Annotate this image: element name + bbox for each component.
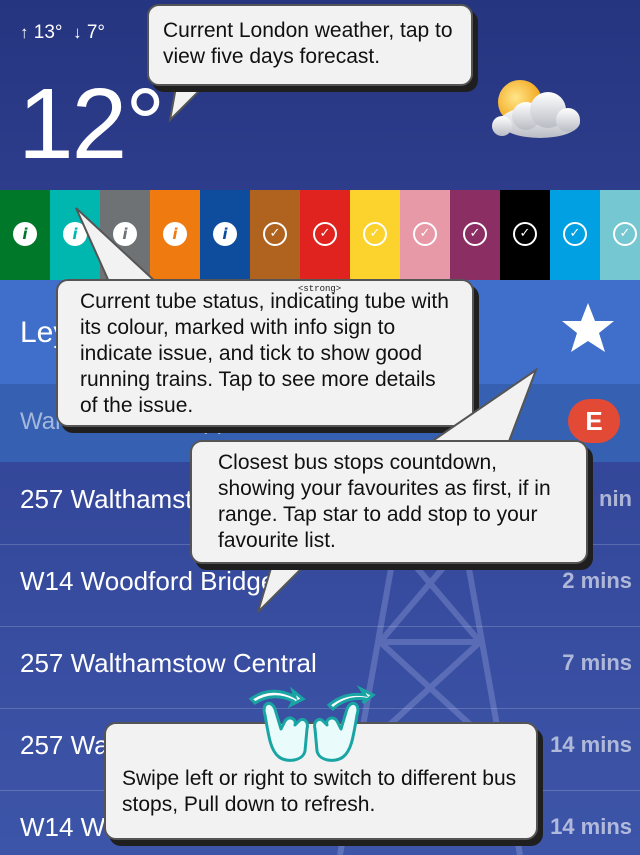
high-temperature: 13° — [33, 22, 63, 43]
tick-icon: ✓ — [463, 222, 487, 246]
tube-tip-tail — [75, 207, 160, 285]
bus-tip-tail-bottom — [257, 558, 314, 613]
arrow-down-icon: ↓ — [73, 23, 82, 42]
tick-icon: ✓ — [613, 222, 637, 246]
arrow-up-icon: ↑ — [20, 23, 29, 42]
tube-line-6[interactable]: ✓ — [300, 190, 350, 280]
tube-line-11[interactable]: ✓ — [550, 190, 600, 280]
tube-line-10[interactable]: ✓ — [500, 190, 550, 280]
route-destination: W14 Woodford Bridge — [20, 566, 276, 596]
bus-tip-tail-top — [424, 368, 538, 445]
minutes-countdown: 14 mins — [550, 732, 632, 757]
route-destination: 257 Walthamst — [20, 484, 193, 514]
weather-tip-bubble: Current London weather, tap to view five… — [147, 4, 473, 86]
info-icon: i — [13, 222, 37, 246]
tube-line-12[interactable]: ✓ — [600, 190, 640, 280]
stop-letter-badge: E — [568, 399, 620, 443]
swipe-gesture-icon — [248, 685, 376, 762]
minutes-countdown: 2 mins — [562, 568, 632, 593]
tick-icon: ✓ — [563, 222, 587, 246]
tick-icon: ✓ — [363, 222, 387, 246]
info-icon: i — [163, 222, 187, 246]
tick-icon: ✓ — [413, 222, 437, 246]
sun-behind-cloud-icon — [492, 80, 580, 138]
minutes-countdown: 7 mins — [562, 650, 632, 675]
low-temperature: 7° — [86, 22, 106, 43]
bus-tip-bubble: Closest bus stops countdown, showing you… — [190, 440, 588, 564]
tube-line-8[interactable]: ✓ — [400, 190, 450, 280]
tube-line-4[interactable]: i — [200, 190, 250, 280]
current-temperature: 12° — [18, 68, 165, 180]
tick-icon: ✓ — [263, 222, 287, 246]
tube-line-5[interactable]: ✓ — [250, 190, 300, 280]
stray-markup-tag: <strong> — [298, 284, 342, 294]
minutes-countdown: 14 mins — [550, 814, 632, 839]
favourite-star-icon[interactable] — [560, 300, 616, 356]
tick-icon: ✓ — [313, 222, 337, 246]
high-low-temperature: ↑ 13° ↓ 7° — [20, 22, 105, 44]
tube-line-7[interactable]: ✓ — [350, 190, 400, 280]
route-destination: 257 Walthamstow Central — [20, 648, 317, 678]
tick-icon: ✓ — [513, 222, 537, 246]
info-icon: i — [213, 222, 237, 246]
tube-tip-bubble: Current tube status, indicating tube wit… — [56, 279, 474, 427]
tube-line-0[interactable]: i — [0, 190, 50, 280]
tube-line-9[interactable]: ✓ — [450, 190, 500, 280]
minutes-countdown: nin — [599, 486, 632, 511]
